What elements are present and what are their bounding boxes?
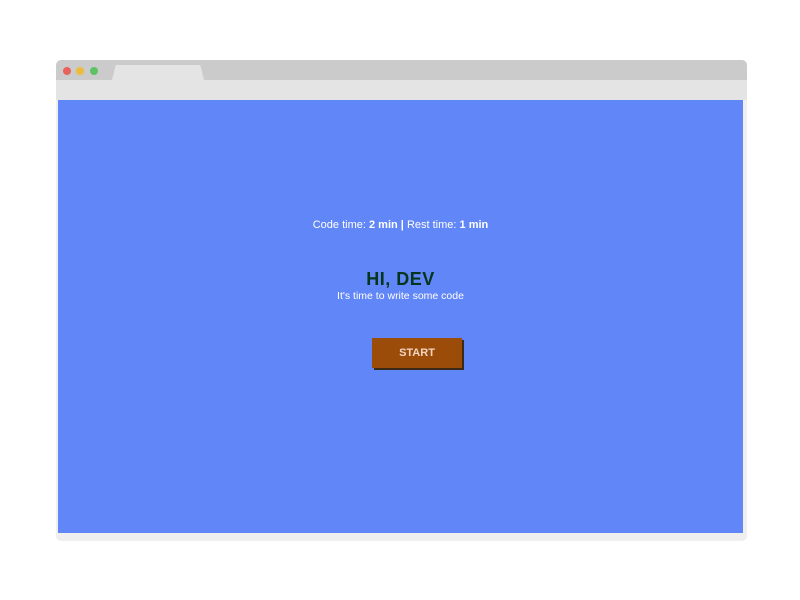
timer-settings-text: Code time: 2 min | Rest time: 1 min [58,218,743,232]
browser-toolbar [56,80,747,100]
timer-separator: | [400,219,404,231]
start-button[interactable]: START [372,338,462,368]
minimize-window-dot-icon[interactable] [76,67,84,75]
pomodoro-screen: Code time: 2 min | Rest time: 1 min HI, … [58,100,743,533]
browser-tab[interactable] [112,65,204,80]
browser-tab-bar [56,60,747,80]
greeting-subtitle: It's time to write some code [337,290,464,302]
browser-window: Code time: 2 min | Rest time: 1 min HI, … [56,60,747,541]
page-viewport: Code time: 2 min | Rest time: 1 min HI, … [58,100,743,533]
code-time-value: 2 min [369,219,398,231]
greeting-title: HI, DEV [366,269,435,289]
code-time-label: Code time: [312,219,366,231]
rest-time-value: 1 min [459,219,489,231]
maximize-window-dot-icon[interactable] [90,67,98,75]
close-window-dot-icon[interactable] [63,67,71,75]
rest-time-label: Rest time: [406,219,457,231]
